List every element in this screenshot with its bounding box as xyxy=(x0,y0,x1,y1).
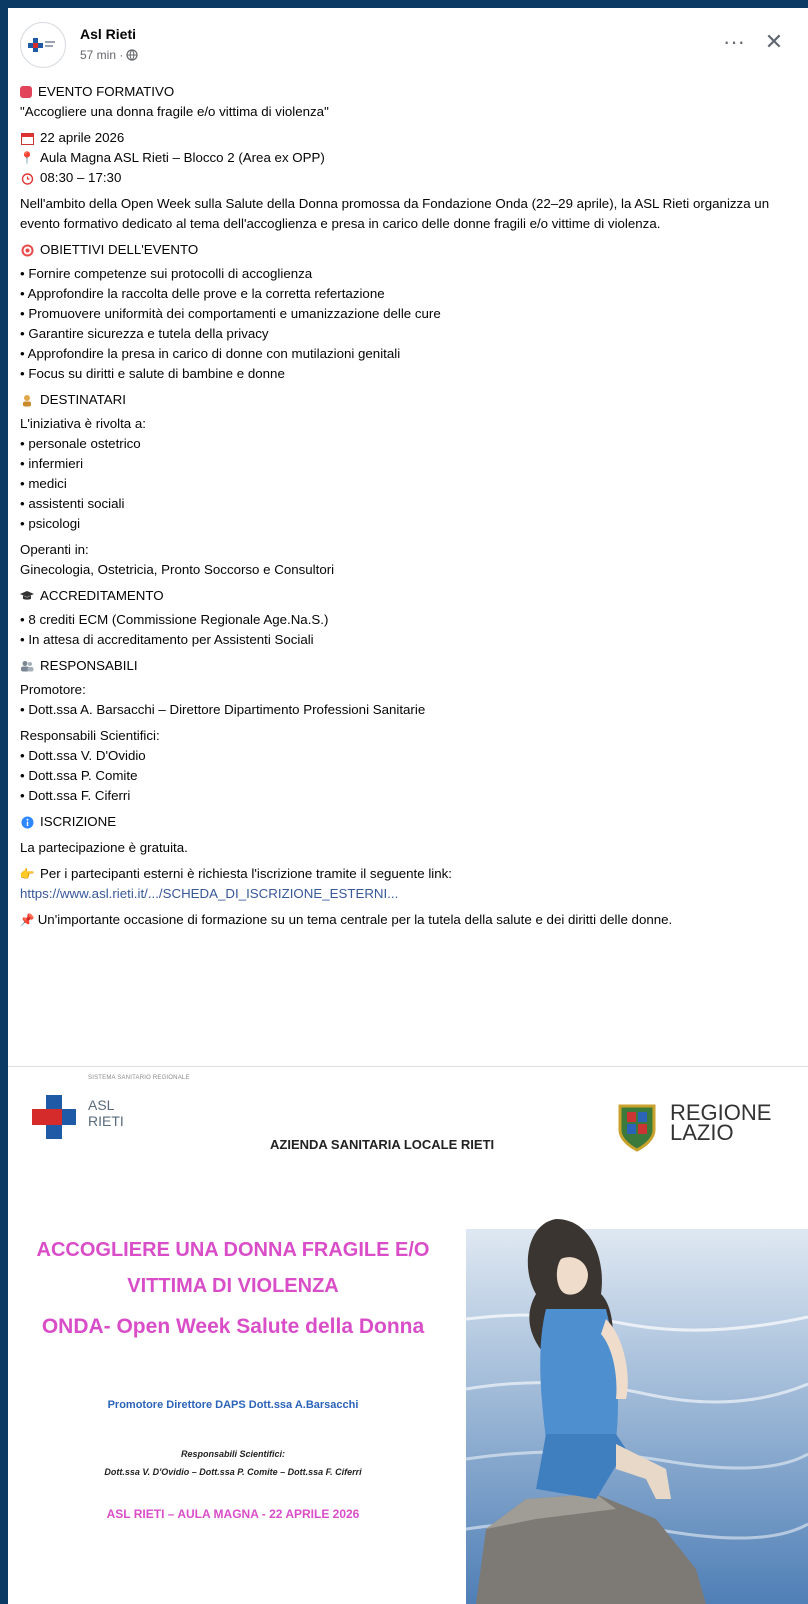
event-heading: EVENTO FORMATIVO xyxy=(38,84,175,99)
asl-line1: ASL xyxy=(88,1097,115,1113)
closing-row: 📌 Un'importante occasione di formazione … xyxy=(20,910,802,930)
objectives-list: • Fornire competenze sui protocolli di a… xyxy=(20,264,802,384)
pointing-hand-icon: 👉 xyxy=(19,867,35,881)
poster-promoter: Promotore Direttore DAPS Dott.ssa A.Bars… xyxy=(107,1399,359,1411)
globe-icon xyxy=(126,49,138,61)
people-icon xyxy=(20,659,34,673)
poster-venue-date: ASL RIETI – AULA MAGNA - 22 APRILE 2026 xyxy=(106,1507,360,1521)
objectives-heading: OBIETTIVI DELL'EVENTO xyxy=(40,242,199,257)
registration-link[interactable]: https://www.asl.rieti.it/.../SCHEDA_DI_I… xyxy=(20,886,398,901)
list-item: • Garantire sicurezza e tutela della pri… xyxy=(20,326,269,341)
place-row: 📍 Aula Magna ASL Rieti – Blocco 2 (Area … xyxy=(20,148,802,168)
facebook-post-card: Asl Rieti 57 min · ··· ✕ EVENTO FORMATIV… xyxy=(8,8,808,1604)
asl-cross-logo-icon xyxy=(32,1095,76,1139)
recipients-heading: DESTINATARI xyxy=(40,392,126,407)
azienda-title: AZIENDA SANITARIA LOCALE RIETI xyxy=(270,1137,495,1152)
asl-rieti-logo-text: ASL RIETI xyxy=(88,1097,124,1129)
author-name[interactable]: Asl Rieti xyxy=(80,26,136,42)
target-icon xyxy=(20,243,34,257)
poster-title-line1: ACCOGLIERE UNA DONNA FRAGILE E/O xyxy=(36,1239,430,1261)
list-item: • assistenti sociali xyxy=(20,496,125,511)
poster-subtitle: ONDA- Open Week Salute della Donna xyxy=(41,1315,425,1338)
registration-heading: ISCRIZIONE xyxy=(40,814,117,829)
list-item: • Dott.ssa V. D'Ovidio xyxy=(20,748,146,763)
event-poster-image[interactable]: SISTEMA SANITARIO REGIONALE ASL RIETI AZ… xyxy=(8,1067,808,1604)
scientific-list: • Dott.ssa V. D'Ovidio • Dott.ssa P. Com… xyxy=(20,746,802,806)
list-item: • medici xyxy=(20,476,67,491)
avatar[interactable] xyxy=(20,22,66,68)
event-place: Aula Magna ASL Rieti – Blocco 2 (Area ex… xyxy=(40,150,325,165)
info-icon xyxy=(20,815,34,829)
post-meta: 57 min · xyxy=(80,48,138,62)
operating-value: Ginecologia, Ostetricia, Pronto Soccorso… xyxy=(20,562,335,577)
event-date: 22 aprile 2026 xyxy=(40,130,125,145)
regione-line2: LAZIO xyxy=(670,1120,734,1145)
more-options-icon[interactable]: ··· xyxy=(720,28,748,56)
list-item: • Focus su diritti e salute di bambine e… xyxy=(20,366,285,381)
post-time[interactable]: 57 min · xyxy=(80,48,123,62)
event-title: "Accogliere una donna fragile e/o vittim… xyxy=(20,104,329,119)
accreditation-heading: ACCREDITAMENTO xyxy=(40,588,164,603)
list-item: • 8 crediti ECM (Commissione Regionale A… xyxy=(20,612,329,627)
calendar-icon xyxy=(20,131,34,145)
free-participation: La partecipazione è gratuita. xyxy=(20,840,188,855)
close-icon[interactable]: ✕ xyxy=(760,28,788,56)
promoter-label: Promotore: xyxy=(20,682,86,697)
registration-heading-row: ISCRIZIONE xyxy=(20,812,802,832)
list-item: • Dott.ssa P. Comite xyxy=(20,768,138,783)
promoter-name: • Dott.ssa A. Barsacchi – Direttore Dipa… xyxy=(20,702,426,717)
regione-lazio-text: REGIONE LAZIO xyxy=(670,1102,771,1145)
external-text: Per i partecipanti esterni è richiesta l… xyxy=(40,866,452,881)
poster-resp-names: Dott.ssa V. D'Ovidio – Dott.ssa P. Comit… xyxy=(104,1467,362,1477)
calendar-red-icon xyxy=(20,86,32,98)
list-item: • In attesa di accreditamento per Assist… xyxy=(20,632,314,647)
poster-title-line2: VITTIMA DI VIOLENZA xyxy=(127,1275,339,1297)
external-row: 👉 Per i partecipanti esterni è richiesta… xyxy=(20,864,802,884)
ssr-label: SISTEMA SANITARIO REGIONALE xyxy=(88,1075,190,1081)
list-item: • Approfondire la raccolta delle prove e… xyxy=(20,286,385,301)
recipients-heading-row: DESTINATARI xyxy=(20,390,802,410)
asl-logo-icon xyxy=(28,38,55,52)
objectives-heading-row: OBIETTIVI DELL'EVENTO xyxy=(20,240,802,260)
operating-label: Operanti in: xyxy=(20,542,89,557)
poster-resp-label: Responsabili Scientifici: xyxy=(180,1449,286,1459)
intro-paragraph: Nell'ambito della Open Week sulla Salute… xyxy=(20,196,770,231)
graduation-cap-icon xyxy=(20,589,34,603)
responsible-heading-row: RESPONSABILI xyxy=(20,656,802,676)
event-heading-row: EVENTO FORMATIVO xyxy=(20,82,802,102)
recipients-intro: L'iniziativa è rivolta a: xyxy=(20,416,146,431)
accreditation-heading-row: ACCREDITAMENTO xyxy=(20,586,802,606)
list-item: • psicologi xyxy=(20,516,81,531)
list-item: • personale ostetrico xyxy=(20,436,141,451)
responsible-heading: RESPONSABILI xyxy=(40,658,138,673)
pin-icon: 📍 xyxy=(19,151,35,165)
person-icon xyxy=(20,393,34,407)
post-body: EVENTO FORMATIVO "Accogliere una donna f… xyxy=(20,82,802,930)
list-item: • Promuovere uniformità dei comportament… xyxy=(20,306,441,321)
scientific-label: Responsabili Scientifici: xyxy=(20,728,160,743)
recipients-list: • personale ostetrico • infermieri • med… xyxy=(20,434,802,534)
event-hours: 08:30 – 17:30 xyxy=(40,170,122,185)
date-row: 22 aprile 2026 xyxy=(20,128,802,148)
post-header: Asl Rieti 57 min · ··· ✕ xyxy=(8,8,808,78)
woman-on-rock-illustration xyxy=(466,1219,808,1604)
list-item: • Approfondire la presa in carico di don… xyxy=(20,346,401,361)
alarm-clock-icon xyxy=(20,171,34,185)
regione-lazio-emblem-icon xyxy=(618,1104,656,1152)
pushpin-icon: 📌 xyxy=(19,913,35,927)
hours-row: 08:30 – 17:30 xyxy=(20,168,802,188)
accreditation-list: • 8 crediti ECM (Commissione Regionale A… xyxy=(20,610,802,650)
list-item: • Fornire competenze sui protocolli di a… xyxy=(20,266,313,281)
list-item: • Dott.ssa F. Ciferri xyxy=(20,788,131,803)
list-item: • infermieri xyxy=(20,456,84,471)
asl-line2: RIETI xyxy=(88,1113,124,1129)
closing-text: Un'importante occasione di formazione su… xyxy=(37,912,673,927)
